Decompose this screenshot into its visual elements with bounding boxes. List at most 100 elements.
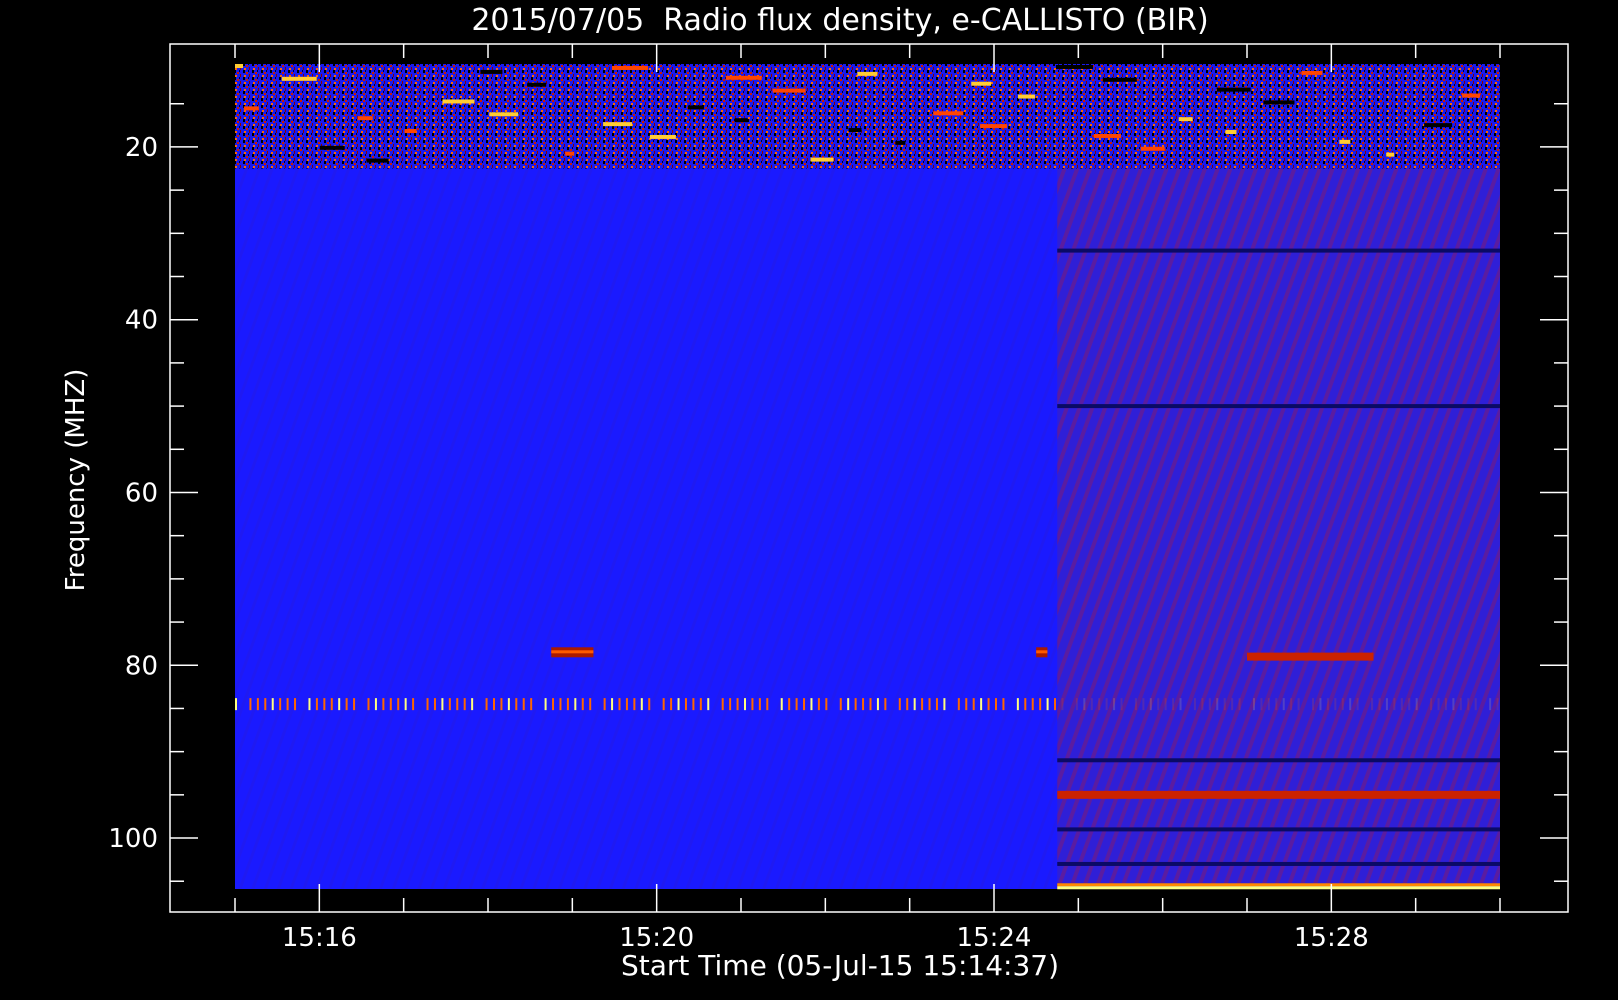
periodic-spike — [611, 698, 614, 711]
interference-streak — [1093, 133, 1121, 138]
interference-streak — [857, 71, 878, 76]
periodic-spike — [862, 698, 865, 711]
periodic-spike — [552, 698, 555, 711]
periodic-spike — [271, 698, 274, 711]
periodic-spike — [382, 698, 385, 711]
periodic-spike — [426, 698, 429, 711]
dark-band — [1057, 827, 1500, 832]
interference-streak — [725, 75, 762, 80]
periodic-spike — [397, 698, 400, 711]
periodic-spike — [507, 698, 510, 711]
periodic-spike — [928, 698, 931, 711]
x-axis-label: Start Time (05-Jul-15 15:14:37) — [621, 949, 1059, 982]
interference-streak — [848, 128, 862, 133]
periodic-spike — [795, 698, 798, 711]
interference-streak — [1339, 139, 1351, 144]
periodic-spike — [574, 698, 577, 711]
periodic-spike — [699, 698, 702, 711]
periodic-spike — [345, 698, 348, 711]
periodic-spike — [803, 698, 806, 711]
y-tick-label: 60 — [125, 478, 158, 508]
interference-streak — [1018, 94, 1036, 99]
periodic-spike — [906, 698, 909, 711]
periodic-spike — [338, 698, 341, 711]
periodic-spike — [898, 698, 901, 711]
periodic-spike — [559, 698, 562, 711]
band-emission — [1057, 790, 1500, 799]
periodic-spike — [987, 698, 990, 711]
bright-blob-core — [551, 650, 594, 654]
interference-streak — [687, 105, 704, 110]
periodic-spike — [286, 698, 289, 711]
periodic-spike — [515, 698, 518, 711]
periodic-spike — [817, 698, 820, 711]
periodic-spike — [744, 698, 746, 711]
interference-streak — [489, 112, 519, 117]
brightened-segment — [1057, 168, 1500, 889]
periodic-spike — [692, 698, 695, 711]
chart-title: 2015/07/05 Radio flux density, e-CALLIST… — [471, 3, 1208, 38]
interference-streak — [895, 140, 906, 145]
interference-streak — [734, 118, 748, 123]
periodic-spike — [279, 698, 282, 711]
periodic-spike — [1002, 698, 1005, 711]
periodic-spike — [389, 698, 392, 711]
periodic-spike — [456, 698, 459, 711]
periodic-spike — [640, 698, 643, 711]
interference-streak — [611, 65, 648, 70]
interference-streak — [442, 99, 475, 104]
periodic-spike — [249, 698, 252, 711]
periodic-spike — [980, 698, 983, 711]
periodic-spike — [374, 698, 377, 711]
periodic-spike — [1016, 698, 1019, 711]
periodic-spike — [972, 698, 975, 711]
interference-streak — [1216, 87, 1251, 92]
periodic-spike — [847, 698, 850, 711]
periodic-spike — [433, 698, 436, 711]
periodic-spike — [766, 698, 769, 711]
periodic-spike — [412, 698, 415, 711]
periodic-spike — [758, 698, 761, 711]
periodic-spike — [751, 698, 754, 711]
interference-streak — [933, 111, 964, 116]
periodic-spike — [876, 698, 879, 711]
periodic-spike — [729, 698, 732, 711]
periodic-spike — [1024, 698, 1027, 711]
periodic-spike — [471, 698, 474, 711]
periodic-spike — [707, 698, 710, 711]
periodic-spike — [589, 698, 592, 711]
y-tick-label: 100 — [108, 824, 158, 854]
periodic-spike — [995, 698, 997, 711]
periodic-spike — [625, 698, 628, 711]
periodic-spike — [788, 698, 791, 711]
periodic-spike — [648, 698, 651, 711]
periodic-spike — [353, 698, 356, 711]
dark-band — [1057, 404, 1500, 409]
interference-streak — [971, 81, 992, 86]
periodic-spike — [441, 698, 444, 711]
interference-streak — [1424, 123, 1453, 128]
periodic-spike — [1031, 698, 1034, 711]
interference-streak — [1178, 117, 1193, 122]
periodic-spike — [1039, 698, 1042, 711]
x-tick-label: 15:28 — [1294, 923, 1369, 953]
periodic-spike — [544, 698, 547, 711]
periodic-spike — [530, 698, 533, 711]
y-tick-label: 40 — [125, 306, 158, 336]
interference-streak — [1225, 130, 1237, 135]
periodic-spike — [308, 698, 311, 711]
dark-band — [1057, 861, 1500, 866]
dark-band — [1057, 248, 1500, 253]
periodic-spike — [935, 698, 938, 711]
bottom-edge-emission — [1057, 883, 1500, 887]
periodic-spike — [330, 698, 333, 711]
periodic-spike — [839, 698, 842, 711]
y-axis-label: Frequency (MHZ) — [61, 369, 91, 592]
periodic-spike — [721, 698, 724, 711]
bright-blob-core — [1036, 650, 1048, 654]
periodic-spike — [921, 698, 924, 711]
interference-streak — [1263, 100, 1295, 105]
interference-streak — [1386, 152, 1395, 157]
periodic-spike — [315, 698, 318, 711]
periodic-spike — [825, 698, 828, 711]
